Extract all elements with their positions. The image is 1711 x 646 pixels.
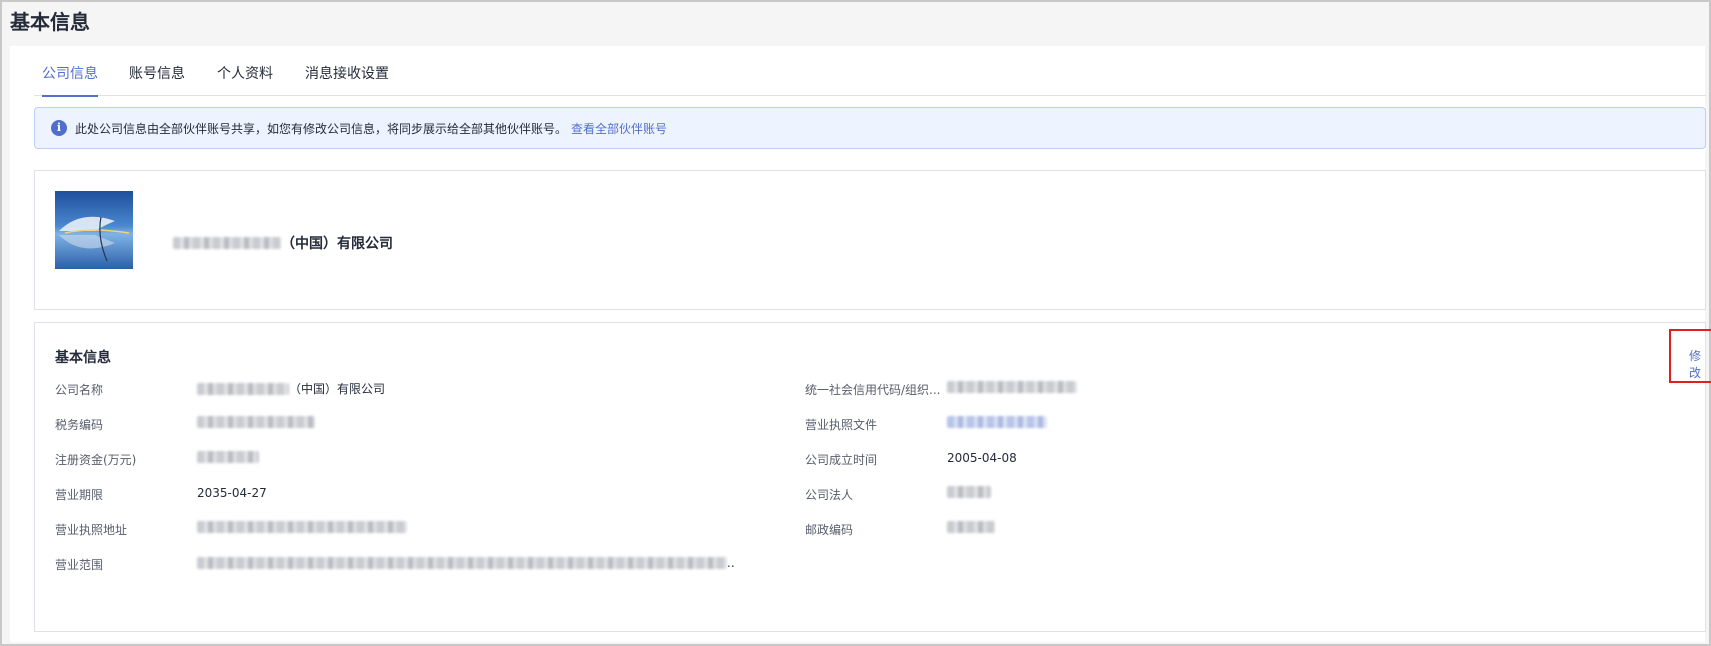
redacted-value [197,557,727,569]
legal-person-label: 公司法人 [805,488,854,502]
business-term-label: 营业期限 [55,488,104,502]
company-logo [55,191,133,269]
registered-capital-label: 注册资金(万元) [55,453,137,467]
business-scope-label: 营业范围 [55,558,104,572]
legal-person-value [947,486,991,498]
tab-personal-profile[interactable]: 个人资料 [217,58,273,96]
tab-company-info[interactable]: 公司信息 [42,58,98,97]
tab-message-settings[interactable]: 消息接收设置 [305,58,389,96]
established-date-label: 公司成立时间 [805,453,878,467]
tab-bar: 公司信息 账号信息 个人资料 消息接收设置 [34,58,1706,97]
company-name: （中国）有限公司 [173,233,393,253]
info-notice: i 此处公司信息由全部伙伴账号共享，如您有修改公司信息，将同步展示给全部其他伙伴… [34,107,1706,149]
company-name-value: （中国）有限公司 [197,380,385,397]
redacted-value [197,416,315,428]
tax-code-value [197,416,315,428]
redacted-value [947,416,1047,428]
notice-text: 此处公司信息由全部伙伴账号共享，如您有修改公司信息，将同步展示给全部其他伙伴账号… [75,121,568,136]
company-name-redacted [173,237,281,249]
redacted-value [197,451,259,463]
redacted-value [947,521,995,533]
view-all-partner-accounts-link[interactable]: 查看全部伙伴账号 [571,120,667,137]
business-scope-ellipsis: .. [727,556,735,570]
company-name-value-suffix: （中国）有限公司 [289,382,386,396]
edit-button[interactable]: 修改 [1689,347,1705,381]
established-date-value: 2005-04-08 [947,451,1017,465]
license-file-link[interactable] [947,416,1047,428]
basic-info-title: 基本信息 [55,350,111,366]
redacted-value [197,521,407,533]
postal-code-label: 邮政编码 [805,523,854,537]
company-name-label: 公司名称 [55,383,104,397]
license-file-label: 营业执照文件 [805,418,878,432]
company-name-suffix: （中国）有限公司 [281,236,393,252]
credit-code-label: 统一社会信用代码/组织... [805,383,941,397]
company-logo-image [55,191,133,269]
postal-code-value [947,521,995,533]
redacted-value [197,382,289,395]
business-term-value: 2035-04-27 [197,486,267,500]
tab-account-info[interactable]: 账号信息 [129,58,185,96]
registered-capital-value [197,451,259,463]
tax-code-label: 税务编码 [55,418,104,432]
company-card: （中国）有限公司 [34,170,1706,310]
license-address-value [197,521,407,533]
page-title: 基本信息 [10,10,90,34]
license-address-label: 营业执照地址 [55,523,128,537]
business-scope-value: .. [197,556,735,570]
main-panel: 公司信息 账号信息 个人资料 消息接收设置 i 此处公司信息由全部伙伴账号共享，… [10,46,1711,642]
redacted-value [947,486,991,498]
redacted-value [947,381,1077,393]
info-icon: i [51,120,67,136]
basic-info-card: 基本信息 修改 公司名称 （中国）有限公司 税务编码 注册资金(万元) 营业期限… [34,322,1711,632]
credit-code-value [947,381,1077,393]
